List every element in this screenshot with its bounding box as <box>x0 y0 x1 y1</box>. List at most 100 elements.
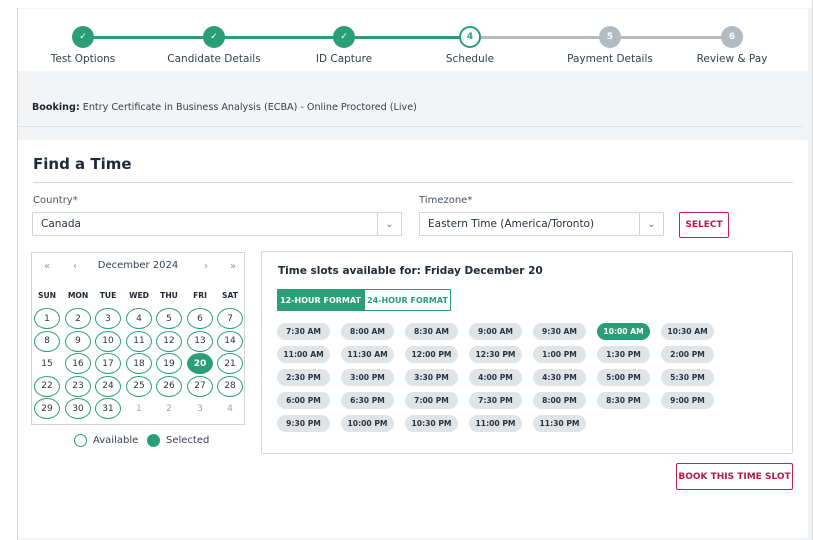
calendar-day[interactable]: 27 <box>187 375 213 397</box>
step-test-options[interactable]: ✓ Test Options <box>13 26 153 65</box>
time-slot[interactable]: 1:00 PM <box>533 346 586 363</box>
time-slot[interactable]: 6:00 PM <box>277 392 330 409</box>
time-slot[interactable]: 10:30 AM <box>661 323 714 340</box>
format-12-hour-toggle[interactable]: 12-HOUR FORMAT <box>277 289 364 311</box>
time-slot[interactable]: 9:30 AM <box>533 323 586 340</box>
calendar-day[interactable]: 16 <box>65 353 91 374</box>
next-year-icon[interactable]: » <box>230 261 236 272</box>
time-slot[interactable]: 4:00 PM <box>469 369 522 386</box>
time-slot[interactable]: 4:30 PM <box>533 369 586 386</box>
timezone-select[interactable]: Eastern Time (America/Toronto) ⌄ <box>419 212 664 236</box>
calendar-day[interactable]: 19 <box>156 353 182 374</box>
calendar-day[interactable]: 11 <box>126 330 152 352</box>
weekday-header: SAT <box>222 291 238 300</box>
divider <box>18 126 803 127</box>
step-schedule: 4 Schedule <box>400 26 540 65</box>
calendar-day[interactable]: 1 <box>34 308 60 329</box>
timezone-value: Eastern Time (America/Toronto) <box>428 218 595 230</box>
time-slot-selected[interactable]: 10:00 AM <box>597 323 650 340</box>
booking-exam-name: Entry Certificate in Business Analysis (… <box>82 102 417 113</box>
country-select[interactable]: Canada ⌄ <box>32 212 402 236</box>
book-time-slot-button[interactable]: BOOK THIS TIME SLOT <box>676 463 793 490</box>
time-slot[interactable]: 10:30 PM <box>405 415 458 432</box>
step-number: 4 <box>459 26 481 48</box>
step-id-capture[interactable]: ✓ ID Capture <box>274 26 414 65</box>
calendar-day[interactable]: 23 <box>65 375 91 397</box>
step-review-pay: 6 Review & Pay <box>662 26 802 65</box>
time-slot[interactable]: 9:30 PM <box>277 415 330 432</box>
section-title: Find a Time <box>33 155 132 173</box>
chevron-down-icon: ⌄ <box>639 213 663 235</box>
time-slot[interactable]: 7:00 PM <box>405 392 458 409</box>
divider <box>33 182 793 183</box>
time-slot[interactable]: 8:00 PM <box>533 392 586 409</box>
time-slot[interactable]: 12:00 PM <box>405 346 458 363</box>
step-candidate-details[interactable]: ✓ Candidate Details <box>144 26 284 65</box>
legend-label: Selected <box>166 435 210 446</box>
selected-dot-icon <box>147 434 160 447</box>
time-slot[interactable]: 3:30 PM <box>405 369 458 386</box>
calendar-day[interactable]: 14 <box>217 330 243 352</box>
time-slot[interactable]: 7:30 AM <box>277 323 330 340</box>
weekday-header: SUN <box>38 291 56 300</box>
calendar-day[interactable]: 5 <box>156 308 182 329</box>
calendar-day[interactable]: 26 <box>156 375 182 397</box>
calendar-day[interactable]: 4 <box>126 308 152 329</box>
step-label: Schedule <box>445 53 495 65</box>
calendar-day-selected[interactable]: 20 <box>187 353 213 374</box>
chevron-down-icon: ⌄ <box>377 213 401 235</box>
available-dot-icon <box>74 434 87 447</box>
time-slot[interactable]: 8:00 AM <box>341 323 394 340</box>
calendar-day[interactable]: 31 <box>95 398 121 419</box>
calendar-day[interactable]: 21 <box>217 353 243 374</box>
calendar-day: 1 <box>136 403 142 414</box>
time-slot[interactable]: 2:00 PM <box>661 346 714 363</box>
time-slot[interactable]: 12:30 PM <box>469 346 522 363</box>
select-timezone-button[interactable]: SELECT <box>679 212 729 238</box>
time-slot[interactable]: 11:00 AM <box>277 346 330 363</box>
time-slot[interactable]: 5:00 PM <box>597 369 650 386</box>
calendar-day[interactable]: 8 <box>34 330 60 352</box>
time-slot[interactable]: 3:00 PM <box>341 369 394 386</box>
calendar-day[interactable]: 22 <box>34 375 60 397</box>
time-slot[interactable]: 9:00 PM <box>661 392 714 409</box>
check-icon: ✓ <box>72 26 94 48</box>
format-24-hour-toggle[interactable]: 24-HOUR FORMAT <box>364 289 451 311</box>
time-slot[interactable]: 7:30 PM <box>469 392 522 409</box>
calendar-day[interactable]: 2 <box>65 308 91 329</box>
step-label: Candidate Details <box>167 53 261 65</box>
time-slot[interactable]: 8:30 AM <box>405 323 458 340</box>
time-slot[interactable]: 11:30 PM <box>533 415 586 432</box>
step-number: 5 <box>599 26 621 48</box>
time-slot[interactable]: 6:30 PM <box>341 392 394 409</box>
weekday-header: THU <box>160 291 178 300</box>
calendar-day[interactable]: 17 <box>95 353 121 374</box>
calendar-day[interactable]: 7 <box>217 308 243 329</box>
time-slot[interactable]: 8:30 PM <box>597 392 650 409</box>
calendar-day[interactable]: 6 <box>187 308 213 329</box>
calendar-day[interactable]: 25 <box>126 375 152 397</box>
time-slot[interactable]: 11:00 PM <box>469 415 522 432</box>
time-slot[interactable]: 1:30 PM <box>597 346 650 363</box>
calendar-day[interactable]: 30 <box>65 398 91 419</box>
calendar-day[interactable]: 3 <box>95 308 121 329</box>
time-slot[interactable]: 2:30 PM <box>277 369 330 386</box>
calendar-day[interactable]: 10 <box>95 330 121 352</box>
time-slot[interactable]: 11:30 AM <box>341 346 394 363</box>
check-icon: ✓ <box>203 26 225 48</box>
calendar-month-title: December 2024 <box>97 260 179 271</box>
progress-stepper: ✓ Test Options ✓ Candidate Details ✓ ID … <box>18 9 808 71</box>
calendar-day[interactable]: 9 <box>65 330 91 352</box>
calendar-day[interactable]: 28 <box>217 375 243 397</box>
time-slot[interactable]: 10:00 PM <box>341 415 394 432</box>
time-slot[interactable]: 9:00 AM <box>469 323 522 340</box>
time-slot[interactable]: 5:30 PM <box>661 369 714 386</box>
calendar-day[interactable]: 29 <box>34 398 60 419</box>
check-icon: ✓ <box>333 26 355 48</box>
calendar-day: 15 <box>41 358 53 369</box>
calendar-day[interactable]: 13 <box>187 330 213 352</box>
calendar-day[interactable]: 24 <box>95 375 121 397</box>
calendar-day[interactable]: 12 <box>156 330 182 352</box>
next-month-icon[interactable]: › <box>204 261 208 272</box>
calendar-day[interactable]: 18 <box>126 353 152 374</box>
